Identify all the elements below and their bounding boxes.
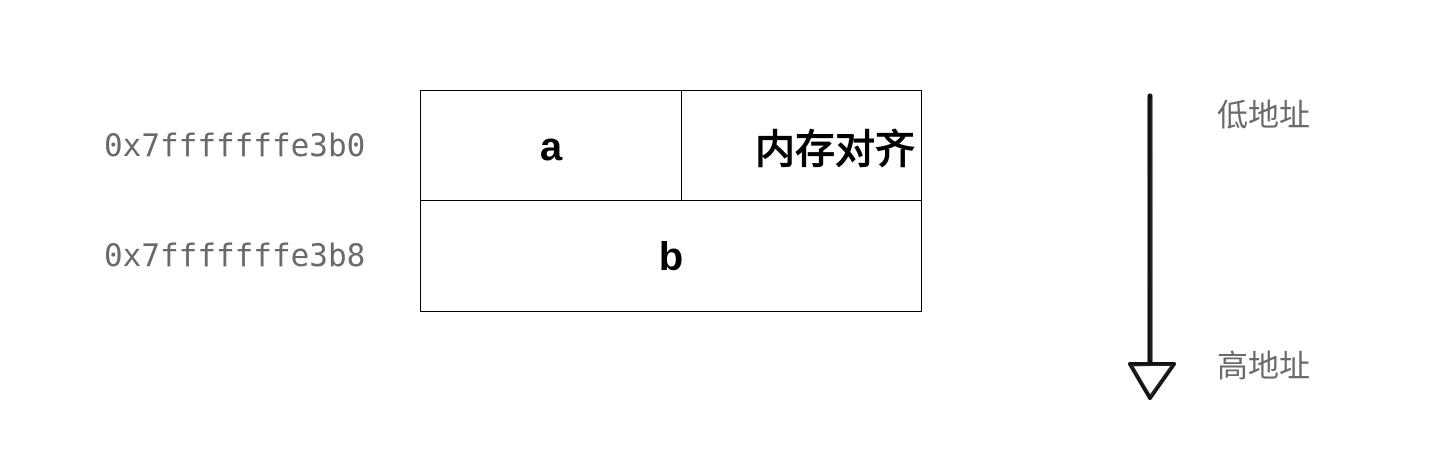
memory-row-2: b: [421, 201, 921, 311]
address-label-row2: 0x7fffffffe3b8: [104, 238, 366, 274]
high-address-label: 高地址: [1217, 349, 1310, 385]
memory-cell-padding: 内存对齐: [755, 126, 915, 173]
memory-layout-box: a 内存对齐 b: [420, 90, 922, 312]
memory-cell-b: b: [658, 234, 684, 279]
down-arrow-icon: [1128, 93, 1176, 400]
address-label-row1: 0x7fffffffe3b0: [104, 128, 366, 164]
memory-cell-a: a: [421, 91, 682, 200]
memory-row-1: a 内存对齐: [421, 91, 921, 201]
arrow-head: [1128, 362, 1176, 400]
arrow-head-texture: [1129, 364, 1174, 398]
low-address-label: 低地址: [1217, 98, 1310, 134]
arrow-shaft-texture: [1150, 97, 1153, 361]
